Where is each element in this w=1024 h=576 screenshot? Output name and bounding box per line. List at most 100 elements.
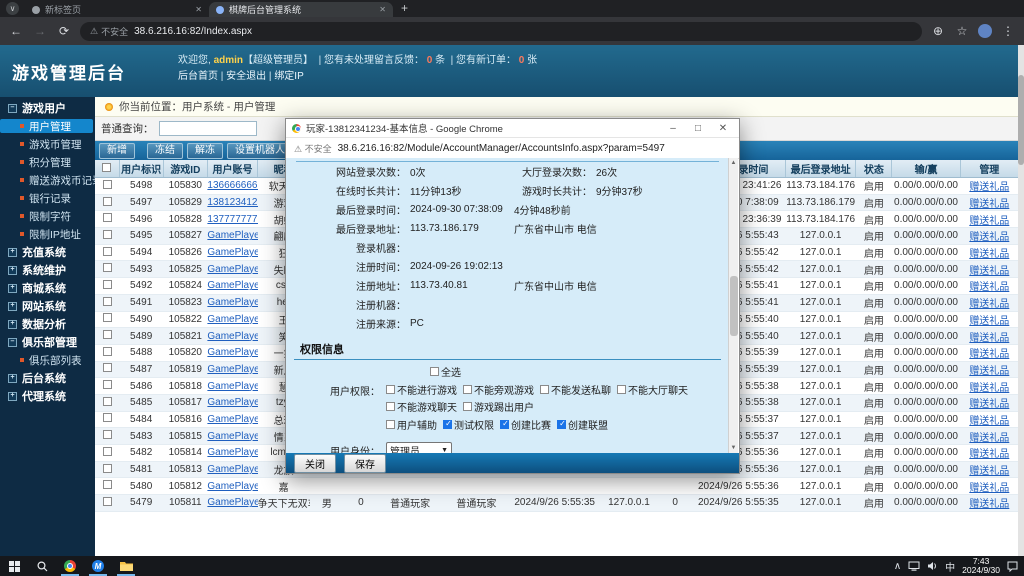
ime-indicator[interactable]: 中 [945,559,955,574]
row-checkbox[interactable] [103,380,112,389]
save-button[interactable]: 保存 [344,454,386,473]
perm-checkbox-不能游戏聊天[interactable] [386,402,395,411]
gift-link[interactable]: 赠送礼品 [969,333,1009,344]
gift-link[interactable]: 赠送礼品 [969,316,1009,327]
scroll-up-icon[interactable]: ▲ [729,158,738,168]
popup-scrollbar-thumb[interactable] [730,276,738,336]
row-checkbox[interactable] [103,297,112,306]
sidebar-item-俱乐部列表[interactable]: 俱乐部列表 [0,353,95,367]
taskbar-clock[interactable]: 7:432024/9/30 [962,557,1000,575]
gift-link[interactable]: 赠送礼品 [969,249,1009,260]
account-link[interactable]: GamePlayer [207,314,257,325]
sidebar-item-商城系统[interactable]: +商城系统 [0,281,95,295]
perm-checkbox-不能旁观游戏[interactable] [463,385,472,394]
file-explorer-icon[interactable] [112,556,140,576]
account-link[interactable]: GamePlayer [207,297,257,308]
account-link[interactable]: GamePlayer [207,381,257,392]
sidebar-item-数据分析[interactable]: +数据分析 [0,317,95,331]
menu-kebab-icon[interactable]: ⋮ [1000,24,1016,38]
row-checkbox[interactable] [103,247,112,256]
sidebar-item-赠送游戏币记录[interactable]: 赠送游戏币记录 [0,173,95,187]
top-toolbar-button-解冻[interactable]: 解冻 [187,143,223,159]
m-app-icon[interactable]: M [84,556,112,576]
row-checkbox[interactable] [103,263,112,272]
account-link[interactable]: GamePlayer [207,347,257,358]
sidebar-item-限制字符[interactable]: 限制字符 [0,209,95,223]
reload-icon[interactable]: ⟳ [56,24,72,38]
sidebar-item-积分管理[interactable]: 积分管理 [0,155,95,169]
sidebar-item-游戏币管理[interactable]: 游戏币管理 [0,137,95,151]
perm-checkbox-游戏踢出用户[interactable] [463,402,472,411]
page-tools-icon[interactable]: ⊕ [930,24,946,38]
row-checkbox[interactable] [103,497,112,506]
gift-link[interactable]: 赠送礼品 [969,483,1009,494]
row-checkbox[interactable] [103,280,112,289]
tab-close-icon[interactable]: ✕ [195,5,202,14]
account-link[interactable]: GamePlayer [207,230,257,241]
page-scrollbar-thumb[interactable] [1018,75,1024,165]
account-link[interactable]: GamePlayer [207,497,257,508]
tab-admin-system[interactable]: 棋牌后台管理系统 ✕ [209,2,393,17]
row-checkbox[interactable] [103,347,112,356]
perm-checkbox-不能大厅聊天[interactable] [617,385,626,394]
tab-new-tab[interactable]: 新标签页 ✕ [25,2,209,17]
row-checkbox[interactable] [103,363,112,372]
select-all-checkbox[interactable] [430,367,439,376]
sidebar-item-游戏用户[interactable]: –游戏用户 [0,101,95,115]
row-checkbox[interactable] [103,197,112,206]
sidebar-item-用户管理[interactable]: 用户管理 [0,119,93,133]
notification-icon[interactable] [1007,561,1018,572]
gift-link[interactable]: 赠送礼品 [969,282,1009,293]
row-checkbox[interactable] [103,180,112,189]
perm-checkbox-不能发送私聊[interactable] [540,385,549,394]
sidebar-item-限制IP地址[interactable]: 限制IP地址 [0,227,95,241]
row-checkbox[interactable] [103,213,112,222]
network-icon[interactable] [908,561,920,571]
gift-link[interactable]: 赠送礼品 [969,182,1009,193]
gift-link[interactable]: 赠送礼品 [969,366,1009,377]
row-checkbox[interactable] [103,313,112,322]
account-link[interactable]: 13666666666 [207,180,257,191]
popup-scrollbar[interactable]: ▲ ▼ [728,158,738,453]
account-link[interactable]: GamePlayer [207,414,257,425]
gift-link[interactable]: 赠送礼品 [969,383,1009,394]
gift-link[interactable]: 赠送礼品 [969,266,1009,277]
gift-link[interactable]: 赠送礼品 [969,299,1009,310]
gift-link[interactable]: 赠送礼品 [969,466,1009,477]
bookmark-star-icon[interactable]: ☆ [954,24,970,38]
gift-link[interactable]: 赠送礼品 [969,232,1009,243]
sidebar-item-俱乐部管理[interactable]: –俱乐部管理 [0,335,95,349]
scroll-down-icon[interactable]: ▼ [729,443,738,453]
account-link[interactable]: GamePlayer [207,464,257,475]
gift-link[interactable]: 赠送礼品 [969,449,1009,460]
gift-link[interactable]: 赠送礼品 [969,199,1009,210]
gift-link[interactable]: 赠送礼品 [969,433,1009,444]
account-link[interactable]: 13777777777 [207,214,257,225]
volume-icon[interactable] [927,561,938,571]
gift-link[interactable]: 赠送礼品 [969,216,1009,227]
select-all-rows-checkbox[interactable] [102,163,111,172]
profile-avatar[interactable] [978,24,992,38]
sidebar-item-代理系统[interactable]: +代理系统 [0,389,95,403]
row-checkbox[interactable] [103,413,112,422]
perm-checkbox-创建比赛[interactable] [500,420,509,429]
page-scrollbar[interactable] [1018,45,1024,556]
row-checkbox[interactable] [103,397,112,406]
account-link[interactable]: GamePlayer [207,280,257,291]
top-toolbar-button-设置机器人[interactable]: 设置机器人 [227,143,293,159]
row-checkbox[interactable] [103,230,112,239]
sidebar-item-系统维护[interactable]: +系统维护 [0,263,95,277]
account-link[interactable]: GamePlayer [207,264,257,275]
account-link[interactable]: 13812341234 [207,197,257,208]
account-link[interactable]: GamePlayer [207,481,257,492]
row-checkbox[interactable] [103,480,112,489]
taskbar-search-icon[interactable] [28,556,56,576]
perm-checkbox-测试权限[interactable] [443,420,452,429]
tab-close-icon[interactable]: ✕ [379,5,386,14]
new-tab-button[interactable]: + [401,1,408,15]
account-link[interactable]: GamePlayer [207,331,257,342]
account-link[interactable]: GamePlayer [207,397,257,408]
forward-icon[interactable]: → [32,24,48,38]
header-link-1[interactable]: 安全退出 [226,71,266,82]
gift-link[interactable]: 赠送礼品 [969,349,1009,360]
